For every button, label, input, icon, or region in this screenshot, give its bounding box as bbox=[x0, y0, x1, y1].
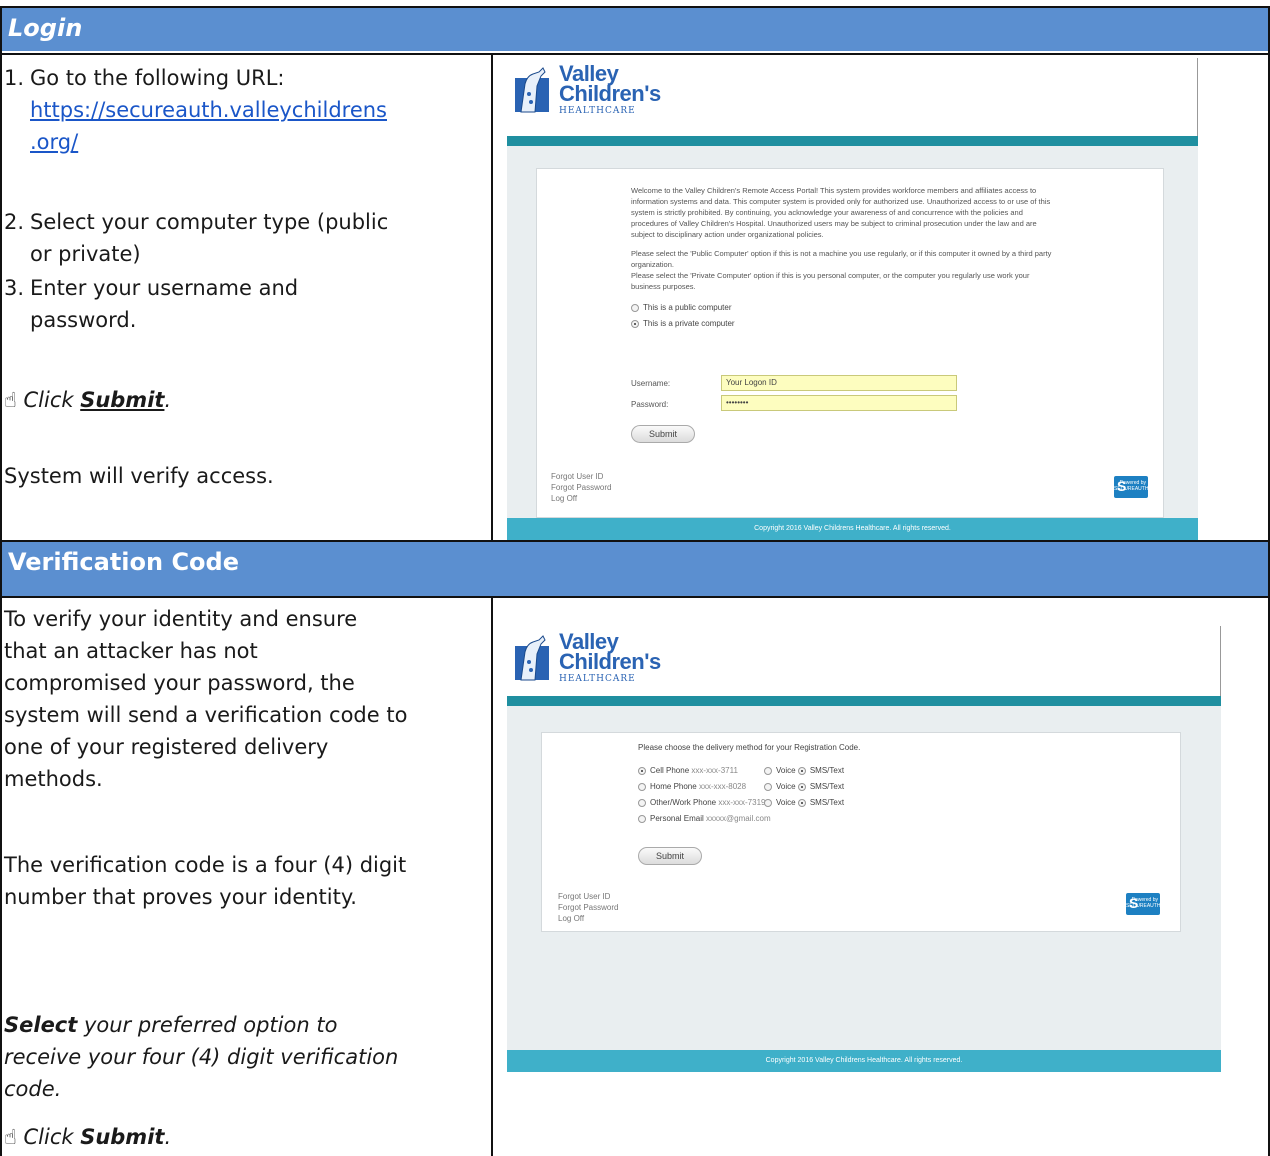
pointer-hand-icon: ☝ bbox=[4, 388, 17, 412]
cell-phone-option[interactable]: Cell Phone xxx-xxx-3711 Voice SMS/Text bbox=[638, 763, 938, 779]
row-divider bbox=[0, 53, 1270, 55]
home-phone-option[interactable]: Home Phone xxx-xxx-8028 Voice SMS/Text bbox=[638, 779, 938, 795]
radio-icon bbox=[638, 814, 646, 823]
forgot-user-id-link[interactable]: Forgot User ID bbox=[551, 471, 611, 482]
url-link-continued[interactable]: .org/ bbox=[30, 130, 78, 154]
code-description: The verification code is a four (4) digi… bbox=[4, 853, 407, 909]
radio-icon bbox=[764, 766, 772, 775]
row-divider bbox=[0, 596, 1270, 598]
submit-button[interactable]: Submit bbox=[638, 847, 702, 865]
click-submit-instruction: ☝ Click Submit. bbox=[4, 388, 172, 412]
step-number: 2. bbox=[4, 210, 25, 234]
verification-screenshot: Valley Children's HEALTHCARE Please choo… bbox=[507, 626, 1221, 1072]
verification-paragraph: To verify your identity and ensure that … bbox=[4, 607, 408, 791]
select-option-instruction: Select your preferred option to receive … bbox=[4, 1013, 399, 1101]
step-number: 3. bbox=[4, 276, 25, 300]
instruction-table: Login 1. Go to the following URL: https:… bbox=[0, 0, 1270, 1156]
forgot-password-link[interactable]: Forgot Password bbox=[558, 902, 618, 913]
pointer-hand-icon: ☝ bbox=[4, 1125, 17, 1149]
radio-selected-icon bbox=[631, 319, 639, 328]
secureauth-badge: S Powered by SECUREAUTH bbox=[1126, 893, 1160, 915]
welcome-text: Welcome to the Valley Children's Remote … bbox=[631, 186, 1051, 239]
password-field[interactable]: •••••••• bbox=[721, 395, 957, 411]
step-text: Select your computer type (public bbox=[30, 210, 389, 234]
password-label: Password: bbox=[631, 400, 669, 409]
valley-childrens-logo: Valley Children's HEALTHCARE bbox=[513, 631, 661, 684]
click-submit-instruction: ☝ Click Submit. bbox=[4, 1125, 172, 1149]
work-phone-option[interactable]: Other/Work Phone xxx-xxx-7319 Voice SMS/… bbox=[638, 795, 938, 811]
radio-selected-icon bbox=[797, 766, 806, 775]
log-off-link[interactable]: Log Off bbox=[558, 913, 618, 924]
login-card: Welcome to the Valley Children's Remote … bbox=[536, 168, 1164, 518]
step-text: or private) bbox=[30, 242, 141, 266]
column-divider bbox=[491, 55, 493, 540]
section-header-verification: Verification Code bbox=[2, 542, 1268, 596]
username-label: Username: bbox=[631, 379, 671, 388]
radio-icon bbox=[764, 798, 772, 807]
submit-button[interactable]: Submit bbox=[631, 425, 695, 443]
radio-icon bbox=[638, 798, 646, 807]
computer-type-help: Please select the 'Public Computer' opti… bbox=[631, 249, 1052, 291]
giraffe-logo-icon bbox=[515, 67, 549, 113]
radio-selected-icon bbox=[797, 798, 806, 807]
forgot-user-id-link[interactable]: Forgot User ID bbox=[558, 891, 618, 902]
url-link[interactable]: https://secureauth.valleychildrens bbox=[30, 98, 387, 122]
public-computer-option[interactable]: This is a public computer bbox=[631, 300, 1101, 316]
secureauth-badge: S Powered by SECUREAUTH bbox=[1114, 476, 1148, 498]
radio-icon bbox=[638, 782, 646, 791]
login-screenshot: Valley Children's HEALTHCARE Welcome to … bbox=[507, 58, 1198, 540]
footer-copyright: Copyright 2016 Valley Childrens Healthca… bbox=[507, 518, 1198, 540]
delivery-method-card: Please choose the delivery method for yo… bbox=[541, 732, 1181, 932]
username-field[interactable]: Your Logon ID bbox=[721, 375, 957, 391]
step-text: Enter your username and bbox=[30, 276, 299, 300]
radio-selected-icon bbox=[638, 766, 646, 775]
section-header-login: Login bbox=[2, 8, 1268, 51]
radio-icon bbox=[631, 303, 639, 312]
radio-selected-icon bbox=[797, 782, 806, 791]
log-off-link[interactable]: Log Off bbox=[551, 493, 611, 504]
giraffe-logo-icon bbox=[515, 635, 549, 681]
personal-email-option[interactable]: Personal Email xxxxx@gmail.com bbox=[638, 811, 938, 827]
private-computer-option[interactable]: This is a private computer bbox=[631, 316, 1101, 332]
step-text: Go to the following URL: bbox=[30, 66, 285, 90]
forgot-password-link[interactable]: Forgot Password bbox=[551, 482, 611, 493]
secureauth-s-icon: S bbox=[1129, 895, 1139, 911]
secureauth-s-icon: S bbox=[1117, 478, 1127, 494]
footer-copyright: Copyright 2016 Valley Childrens Healthca… bbox=[507, 1050, 1221, 1072]
step-text: password. bbox=[30, 308, 137, 332]
valley-childrens-logo: Valley Children's HEALTHCARE bbox=[513, 63, 661, 116]
radio-icon bbox=[764, 782, 772, 791]
delivery-prompt: Please choose the delivery method for yo… bbox=[638, 743, 861, 752]
verify-access-text: System will verify access. bbox=[4, 464, 274, 488]
column-divider bbox=[491, 598, 493, 1156]
step-number: 1. bbox=[4, 66, 25, 90]
